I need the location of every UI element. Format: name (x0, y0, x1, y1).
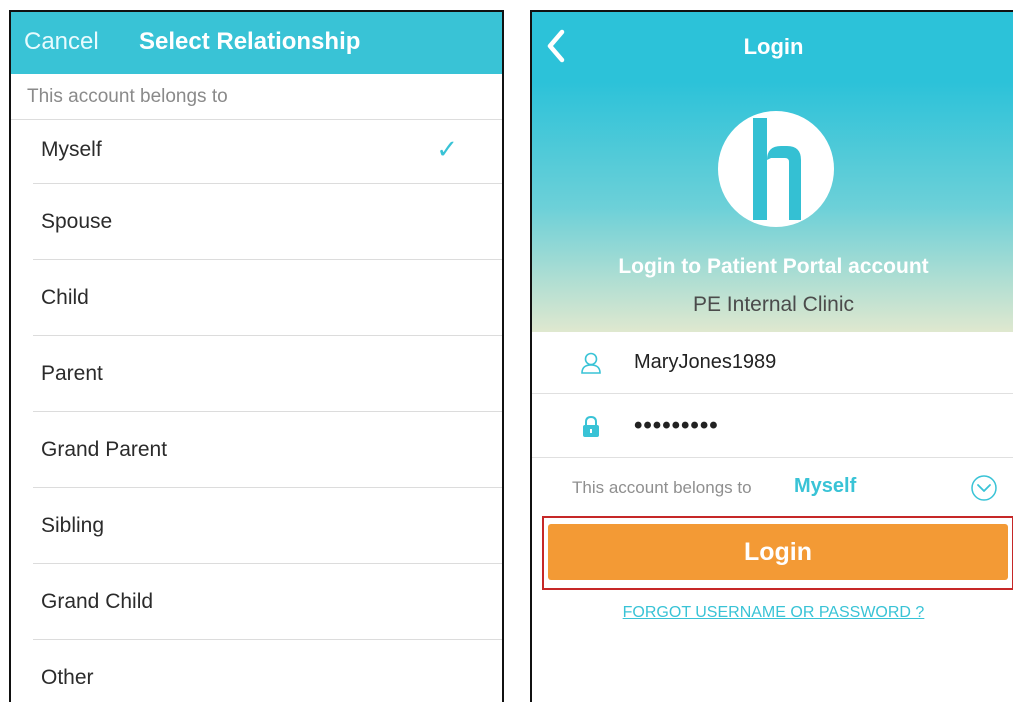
navigation-bar: Login (532, 12, 1013, 82)
option-label: Sibling (41, 514, 105, 537)
option-label: Parent (41, 362, 103, 385)
chevron-down-circle-icon[interactable] (970, 474, 998, 502)
option-label: Myself (41, 138, 102, 161)
relationship-option-child[interactable]: Child (11, 260, 502, 336)
password-value: ••••••••• (634, 412, 719, 439)
relationship-selector-value: Myself (794, 475, 857, 497)
hero-banner: Login to Patient Portal account PE Inter… (532, 82, 1013, 332)
forgot-credentials-link[interactable]: FORGOT USERNAME OR PASSWORD ? (532, 604, 1013, 622)
lock-icon (583, 415, 599, 437)
section-header: This account belongs to (11, 74, 502, 120)
relationship-option-grand-child[interactable]: Grand Child (11, 564, 502, 640)
relationship-selector[interactable]: This account belongs to Myself (532, 462, 1013, 514)
username-field[interactable]: MaryJones1989 (532, 334, 1013, 394)
relationship-list: Myself ✓ Spouse Child Parent Grand Paren… (11, 120, 502, 702)
relationship-option-other[interactable]: Other (11, 640, 502, 702)
section-header-label: This account belongs to (27, 86, 228, 107)
relationship-option-spouse[interactable]: Spouse (11, 184, 502, 260)
relationship-option-myself[interactable]: Myself ✓ (11, 120, 502, 184)
option-label: Grand Child (41, 590, 154, 613)
relationship-option-grand-parent[interactable]: Grand Parent (11, 412, 502, 488)
login-button[interactable]: Login (548, 524, 1008, 580)
option-label: Other (41, 666, 94, 689)
screen-title: Select Relationship (139, 28, 361, 55)
clinic-name: PE Internal Clinic (692, 293, 855, 316)
option-label: Grand Parent (41, 438, 168, 461)
user-icon (581, 352, 601, 374)
select-relationship-screen: Cancel Select Relationship This account … (9, 10, 504, 702)
option-label: Child (41, 286, 89, 309)
navigation-bar: Cancel Select Relationship (11, 12, 502, 74)
screen-title: Login (743, 34, 804, 59)
relationship-option-sibling[interactable]: Sibling (11, 488, 502, 564)
password-field[interactable]: ••••••••• (532, 398, 1013, 458)
cancel-button[interactable]: Cancel (24, 28, 99, 56)
username-value: MaryJones1989 (634, 351, 777, 373)
check-icon: ✓ (436, 134, 458, 164)
relationship-selector-label: This account belongs to (572, 478, 752, 497)
relationship-option-parent[interactable]: Parent (11, 336, 502, 412)
hero-title: Login to Patient Portal account (618, 255, 929, 278)
option-label: Spouse (41, 210, 113, 233)
login-screen: Login Login to Patient Portal account PE… (530, 10, 1013, 702)
clinic-logo (718, 111, 834, 227)
